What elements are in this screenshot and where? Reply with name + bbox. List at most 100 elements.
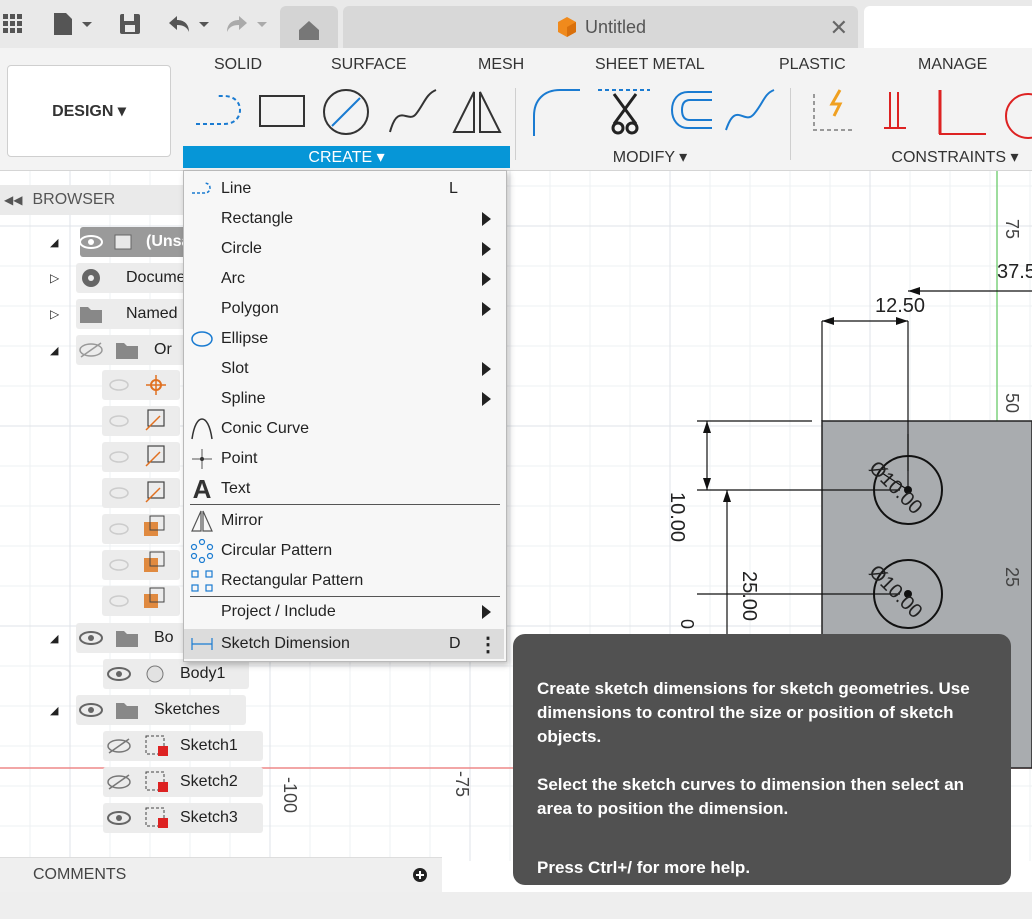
tree-node-root[interactable]: ◢ (Unsa bbox=[50, 227, 190, 257]
menu-item-conic-curve[interactable]: Conic Curve bbox=[184, 414, 504, 444]
tree-node-body1[interactable]: Body1 bbox=[106, 659, 225, 689]
eye-hidden-icon[interactable] bbox=[78, 342, 104, 358]
tab-plastic[interactable]: PLASTIC bbox=[779, 56, 846, 74]
menu-item-arc[interactable]: Arc bbox=[184, 264, 504, 294]
trim-tool-icon[interactable] bbox=[598, 89, 650, 135]
sketch-locked-icon bbox=[145, 735, 168, 756]
tree-node-named-views[interactable]: ▷ Named bbox=[50, 299, 178, 329]
new-tab-area[interactable] bbox=[864, 6, 1032, 48]
modify-group-button[interactable]: MODIFY ▾ bbox=[600, 146, 700, 168]
menu-item-rectangular-pattern[interactable]: Rectangular Pattern bbox=[184, 566, 504, 596]
menu-item-text[interactable]: A Text bbox=[184, 474, 504, 504]
dimension-label[interactable]: 37.5 bbox=[997, 261, 1032, 284]
spline-tool-icon[interactable] bbox=[389, 89, 437, 133]
fix-constraint-icon[interactable] bbox=[813, 89, 854, 131]
tab-manage[interactable]: MANAGE bbox=[918, 56, 987, 74]
redo-icon[interactable] bbox=[225, 10, 271, 38]
menu-item-circular-pattern[interactable]: Circular Pattern bbox=[184, 536, 504, 566]
menu-item-sketch-dimension[interactable]: Sketch Dimension D ⋮ bbox=[184, 629, 504, 659]
tree-node-document-settings[interactable]: ▷ Docume bbox=[50, 263, 186, 293]
expand-icon[interactable]: ◢ bbox=[50, 632, 78, 645]
menu-divider bbox=[190, 504, 500, 505]
tab-surface[interactable]: SURFACE bbox=[331, 56, 407, 74]
workspace-switcher-button[interactable]: DESIGN ▾ bbox=[7, 65, 171, 157]
menu-item-circle[interactable]: Circle bbox=[184, 234, 504, 264]
add-comment-icon[interactable] bbox=[412, 867, 428, 883]
tree-node-label: Body1 bbox=[180, 665, 226, 682]
browser-header[interactable]: ◀◀ BROWSER bbox=[0, 185, 190, 215]
eye-hidden-icon[interactable] bbox=[106, 774, 132, 790]
line-tool-icon[interactable] bbox=[196, 95, 242, 125]
tree-node-label: Sketch1 bbox=[180, 737, 238, 754]
dimension-label[interactable]: 25.00 bbox=[737, 571, 760, 621]
spline-modify-icon[interactable] bbox=[725, 89, 775, 131]
folder-icon bbox=[80, 307, 102, 323]
tree-node-sketches[interactable]: ◢ Sketches bbox=[50, 695, 220, 725]
document-tab[interactable]: Untitled ✕ bbox=[343, 6, 858, 48]
eye-icon[interactable] bbox=[78, 234, 104, 250]
home-tab[interactable] bbox=[280, 6, 338, 48]
dimension-label[interactable]: 12.50 bbox=[875, 295, 925, 318]
offset-tool-icon[interactable] bbox=[670, 91, 712, 129]
menu-item-spline[interactable]: Spline bbox=[184, 384, 504, 414]
document-tab-title: Untitled bbox=[584, 16, 647, 37]
tree-node-label: Docume bbox=[126, 269, 186, 286]
eye-icon[interactable] bbox=[106, 810, 132, 826]
expand-icon[interactable]: ▷ bbox=[50, 271, 78, 285]
rectangle-tool-icon[interactable] bbox=[259, 95, 305, 127]
command-tooltip: Create sketch dimensions for sketch geom… bbox=[513, 634, 1011, 885]
collapse-panel-icon[interactable]: ◀◀ bbox=[4, 193, 22, 207]
data-panel-grid-icon[interactable] bbox=[2, 10, 24, 38]
more-options-icon[interactable]: ⋮ bbox=[478, 632, 498, 657]
tree-node-sketch3[interactable]: Sketch3 bbox=[106, 803, 238, 833]
menu-item-polygon[interactable]: Polygon bbox=[184, 294, 504, 324]
constraint-tools bbox=[813, 89, 1032, 139]
body-icon bbox=[146, 665, 164, 683]
tree-node-sketch1[interactable]: Sketch1 bbox=[106, 731, 238, 761]
folder-icon bbox=[116, 343, 138, 359]
tree-node-label: Or bbox=[154, 341, 172, 358]
expand-icon[interactable]: ◢ bbox=[50, 236, 78, 249]
tangent-constraint-icon[interactable] bbox=[1005, 93, 1032, 139]
menu-item-project-include[interactable]: Project / Include bbox=[184, 597, 504, 627]
eye-icon[interactable] bbox=[78, 630, 104, 646]
mirror-tool-icon[interactable] bbox=[452, 91, 502, 133]
expand-icon[interactable]: ▷ bbox=[50, 307, 78, 321]
eye-icon[interactable] bbox=[78, 702, 104, 718]
tab-sheet-metal[interactable]: SHEET METAL bbox=[595, 56, 705, 74]
tree-node-sketch2[interactable]: Sketch2 bbox=[106, 767, 238, 797]
eye-icon[interactable] bbox=[106, 666, 132, 682]
home-icon bbox=[299, 21, 319, 40]
circle-tool-icon[interactable] bbox=[323, 89, 369, 135]
tab-solid[interactable]: SOLID bbox=[214, 56, 262, 74]
create-group-button[interactable]: CREATE ▾ bbox=[183, 146, 510, 168]
ribbon-separator bbox=[790, 88, 791, 160]
submenu-arrow-icon bbox=[482, 362, 491, 376]
comments-panel[interactable]: COMMENTS bbox=[0, 857, 442, 892]
submenu-arrow-icon bbox=[482, 302, 491, 316]
menu-item-rectangle[interactable]: Rectangle bbox=[184, 204, 504, 234]
menu-item-slot[interactable]: Slot bbox=[184, 354, 504, 384]
save-icon[interactable] bbox=[118, 10, 142, 38]
undo-icon[interactable] bbox=[167, 10, 213, 38]
menu-item-mirror[interactable]: Mirror bbox=[184, 506, 504, 536]
fillet-tool-icon[interactable] bbox=[533, 89, 580, 136]
eye-hidden-icon[interactable] bbox=[106, 738, 132, 754]
menu-item-line[interactable]: Line L bbox=[184, 174, 504, 204]
perpendicular-constraint-icon[interactable] bbox=[938, 90, 986, 135]
create-tools bbox=[196, 89, 502, 135]
menu-item-ellipse[interactable]: Ellipse bbox=[184, 324, 504, 354]
close-tab-icon[interactable]: ✕ bbox=[830, 15, 848, 41]
file-menu-icon[interactable] bbox=[52, 10, 94, 38]
menu-item-point[interactable]: Point bbox=[184, 444, 504, 474]
dimension-label[interactable]: 10.00 bbox=[665, 492, 688, 542]
tree-node-bodies[interactable]: ◢ Bo bbox=[50, 623, 174, 653]
tree-node-origin[interactable]: ◢ Or bbox=[50, 335, 172, 365]
constraints-group-button[interactable]: CONSTRAINTS ▾ bbox=[885, 146, 1025, 168]
tooltip-help-hint: Press Ctrl+/ for more help. bbox=[537, 858, 751, 877]
tab-mesh[interactable]: MESH bbox=[478, 56, 524, 74]
expand-icon[interactable]: ◢ bbox=[50, 344, 78, 357]
sketch-locked-icon bbox=[145, 807, 168, 828]
parallel-constraint-icon[interactable] bbox=[884, 92, 906, 129]
expand-icon[interactable]: ◢ bbox=[50, 704, 78, 717]
